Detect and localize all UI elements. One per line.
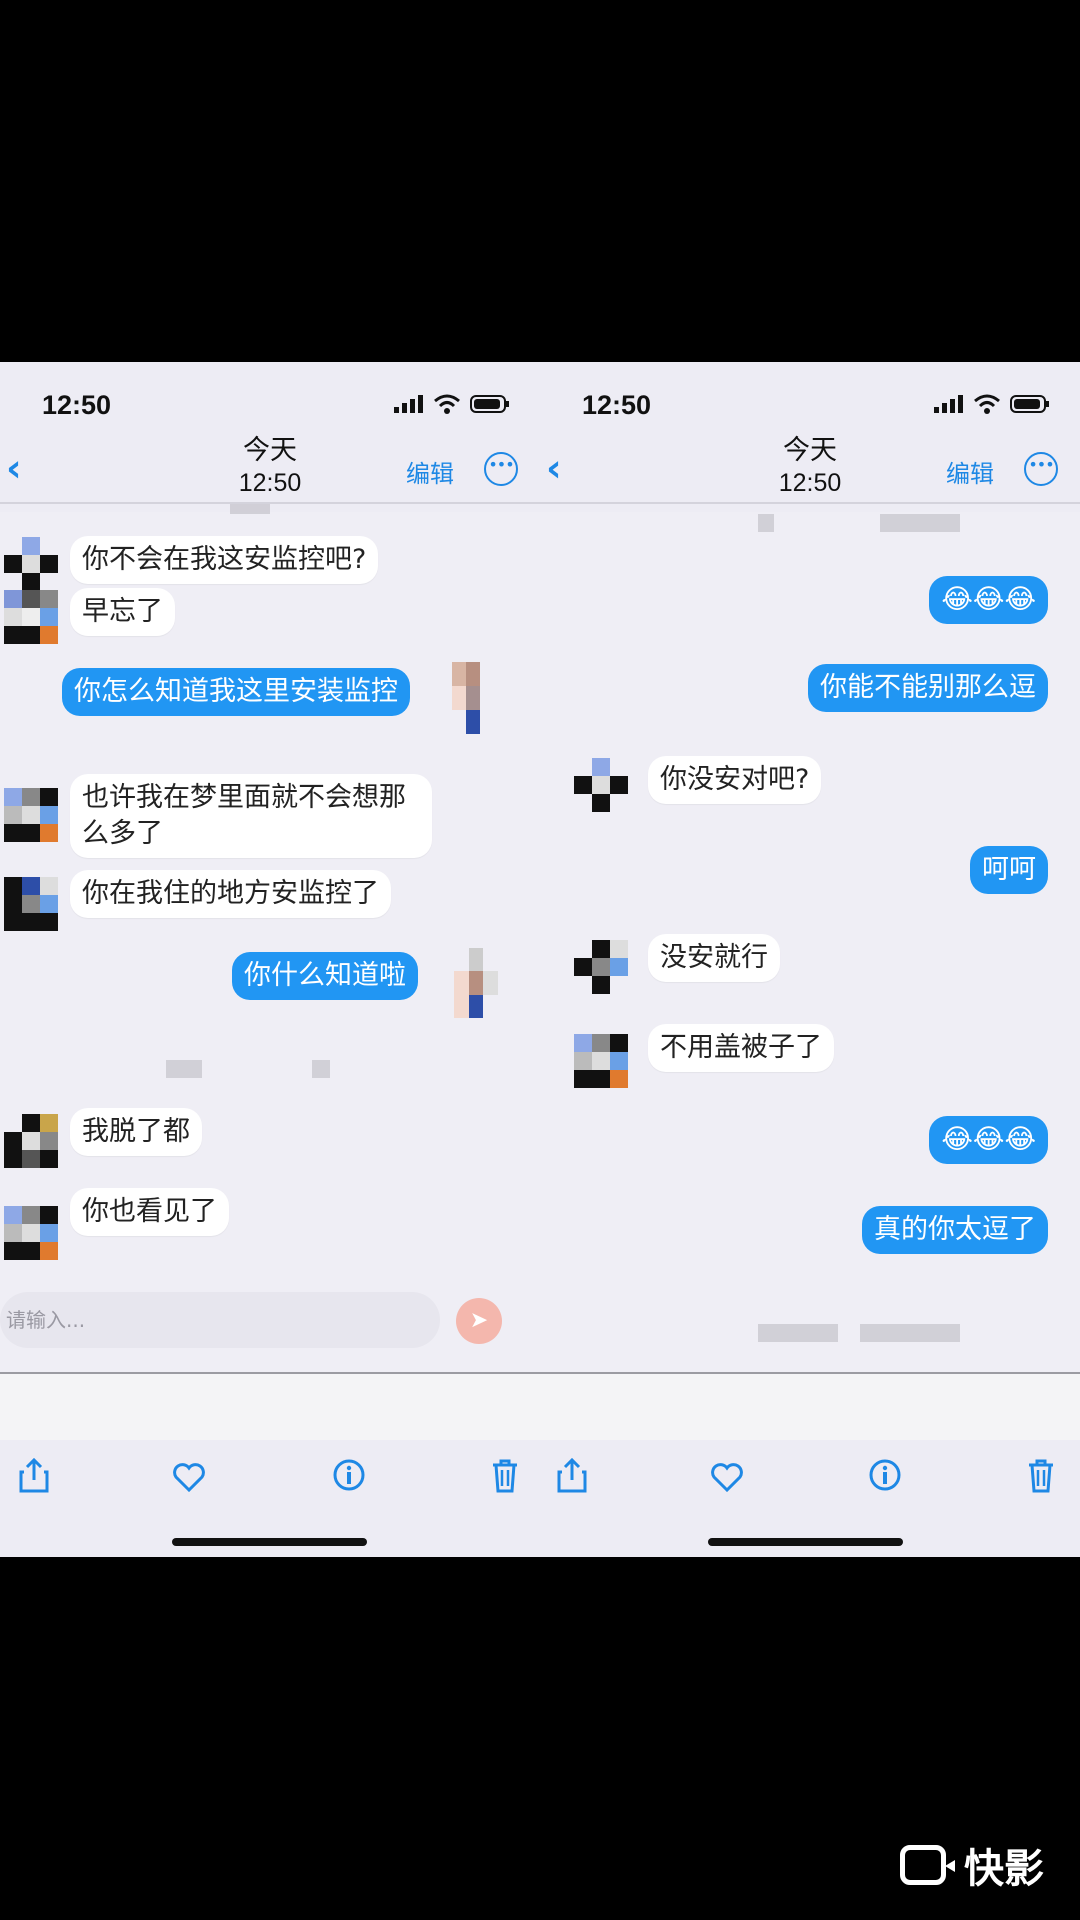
chat-area: 😂😂😂 你能不能别那么逗 你没安对吧? 呵呵 没安就行 不用盖被子了 😂😂😂 真… bbox=[540, 512, 1080, 1412]
home-indicator bbox=[708, 1538, 903, 1546]
edit-button[interactable]: 编辑 bbox=[946, 454, 994, 489]
blurred-timestamp bbox=[166, 1060, 202, 1078]
more-icon[interactable]: ••• bbox=[484, 452, 518, 486]
kuaiying-logo-icon bbox=[900, 1845, 955, 1885]
chat-message-outgoing[interactable]: 你什么知道啦 bbox=[232, 952, 418, 1000]
chat-message[interactable]: 你不会在我这安监控吧? bbox=[70, 536, 379, 584]
status-time: 12:50 bbox=[582, 390, 652, 420]
heart-icon[interactable] bbox=[172, 1462, 206, 1492]
blurred-timestamp bbox=[230, 504, 270, 514]
chat-message[interactable]: 你没安对吧? bbox=[648, 756, 822, 804]
chat-message-outgoing[interactable]: 你怎么知道我这里安装监控 bbox=[62, 668, 410, 716]
send-icon[interactable]: ➤ bbox=[456, 1298, 502, 1344]
battery-icon bbox=[470, 395, 509, 413]
nav-title-text: 今天 bbox=[243, 435, 297, 466]
photo-toolbar bbox=[0, 1440, 1080, 1557]
chat-message[interactable]: 也许我在梦里面就不会想那 么多了 bbox=[70, 774, 432, 858]
share-icon[interactable] bbox=[556, 1458, 588, 1494]
avatar bbox=[574, 1034, 628, 1088]
avatar bbox=[4, 590, 58, 644]
chat-message[interactable]: 早忘了 bbox=[70, 588, 175, 636]
status-icons bbox=[394, 394, 510, 414]
trash-icon[interactable] bbox=[490, 1458, 520, 1494]
info-icon[interactable] bbox=[332, 1458, 366, 1492]
chat-message[interactable]: 你在我住的地方安监控了 bbox=[70, 870, 391, 918]
more-icon[interactable]: ••• bbox=[1024, 452, 1058, 486]
avatar bbox=[4, 537, 58, 591]
avatar bbox=[4, 1206, 58, 1260]
watermark-text: 快影 bbox=[964, 1846, 1044, 1892]
avatar bbox=[4, 788, 58, 842]
nav-divider bbox=[0, 502, 540, 504]
chat-area: 你不会在我这安监控吧? 早忘了 你怎么知道我这里安装监控 也许我在梦里面就不会想… bbox=[0, 504, 540, 1412]
edit-button[interactable]: 编辑 bbox=[406, 454, 454, 489]
status-time: 12:50 bbox=[42, 390, 112, 420]
nav-divider bbox=[540, 502, 1080, 504]
info-icon[interactable] bbox=[868, 1458, 902, 1492]
blurred-timestamp bbox=[758, 1324, 838, 1342]
wifi-icon bbox=[434, 394, 460, 414]
avatar bbox=[4, 1114, 58, 1168]
chat-message[interactable]: 没安就行 bbox=[648, 934, 780, 982]
nav-subtitle: 12:50 bbox=[778, 469, 842, 497]
blurred-timestamp bbox=[312, 1060, 330, 1078]
nav-title-text: 今天 bbox=[783, 435, 837, 466]
chat-message[interactable]: 不用盖被子了 bbox=[648, 1024, 834, 1072]
chat-message-outgoing[interactable]: 真的你太逗了 bbox=[862, 1206, 1048, 1254]
nav-title: 今天 12:50 bbox=[0, 428, 540, 498]
chat-message-outgoing[interactable]: 😂😂😂 bbox=[929, 576, 1048, 624]
heart-icon[interactable] bbox=[710, 1462, 744, 1492]
message-input[interactable]: 请输入... bbox=[0, 1292, 440, 1348]
watermark: 快影 bbox=[900, 1836, 1044, 1894]
input-bar: 请输入... ➤ bbox=[0, 1292, 520, 1358]
share-icon[interactable] bbox=[18, 1458, 50, 1494]
avatar bbox=[454, 948, 498, 1018]
avatar bbox=[574, 758, 628, 812]
avatar bbox=[4, 877, 58, 931]
blurred-timestamp bbox=[758, 514, 774, 532]
nav-title: 今天 12:50 bbox=[540, 428, 1080, 498]
blurred-timestamp bbox=[880, 514, 960, 532]
battery-icon bbox=[1010, 395, 1049, 413]
nav-subtitle: 12:50 bbox=[238, 469, 302, 497]
chat-message[interactable]: 我脱了都 bbox=[70, 1108, 202, 1156]
signal-icon bbox=[394, 395, 423, 413]
avatar bbox=[574, 940, 628, 994]
wifi-icon bbox=[974, 394, 1000, 414]
home-indicator bbox=[172, 1538, 367, 1546]
screenshot-gap bbox=[0, 1372, 1080, 1442]
avatar bbox=[452, 662, 494, 734]
signal-icon bbox=[934, 395, 963, 413]
chat-message-outgoing[interactable]: 你能不能别那么逗 bbox=[808, 664, 1048, 712]
trash-icon[interactable] bbox=[1026, 1458, 1056, 1494]
status-icons bbox=[934, 394, 1050, 414]
chat-message[interactable]: 你也看见了 bbox=[70, 1188, 229, 1236]
chat-message-outgoing[interactable]: 😂😂😂 bbox=[929, 1116, 1048, 1164]
chat-message-outgoing[interactable]: 呵呵 bbox=[970, 846, 1048, 894]
blurred-timestamp bbox=[860, 1324, 960, 1342]
